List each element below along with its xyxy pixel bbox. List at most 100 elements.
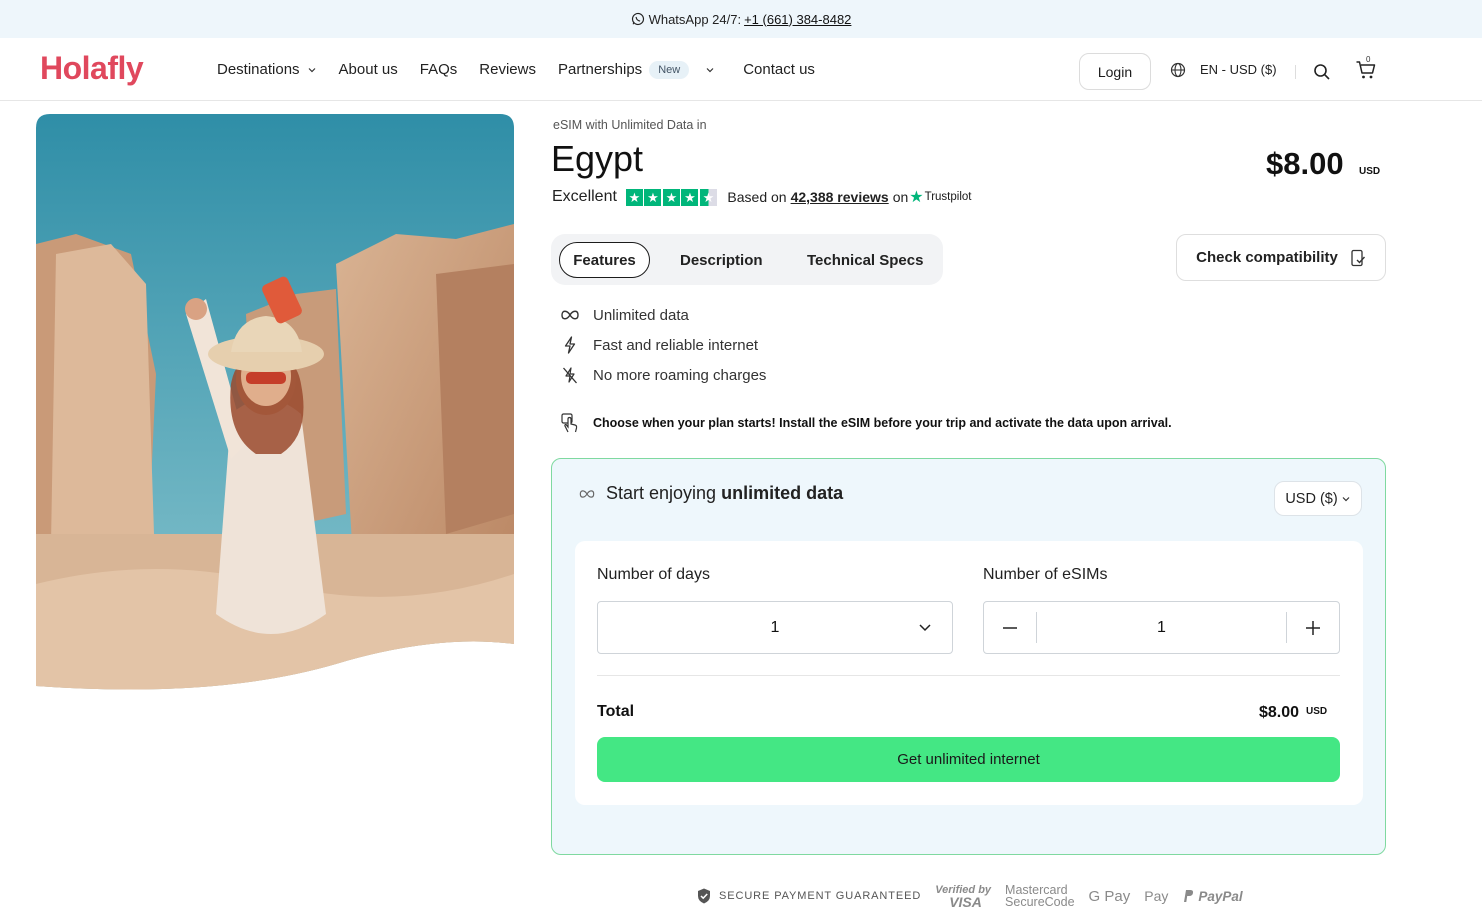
heading-bold: unlimited data <box>721 483 844 503</box>
chevron-down-icon <box>1342 496 1350 501</box>
rating-stars: ★ ★ ★ ★ ★ <box>625 188 719 206</box>
trustpilot-label: Trustpilot <box>924 191 972 203</box>
infinity-icon <box>561 310 579 320</box>
increment-button[interactable] <box>1286 612 1339 643</box>
feature-item: Fast and reliable internet <box>560 330 766 360</box>
login-button[interactable]: Login <box>1079 53 1151 90</box>
plan-options-panel: Number of days Number of eSIMs 1 1 Total… <box>575 541 1363 805</box>
product-price-currency: USD <box>1359 166 1381 177</box>
minus-icon <box>1003 626 1017 629</box>
feature-item: Unlimited data <box>560 300 766 330</box>
activation-notice: Choose when your plan starts! Install th… <box>560 412 1172 434</box>
rating-label: Excellent <box>552 188 617 205</box>
activation-notice-text: Choose when your plan starts! Install th… <box>593 416 1172 430</box>
feature-label: Unlimited data <box>593 306 689 324</box>
paypal-label: PayPal <box>1198 888 1243 904</box>
feature-list: Unlimited data Fast and reliable interne… <box>560 300 766 390</box>
tab-technical-specs[interactable]: Technical Specs <box>807 242 923 278</box>
get-unlimited-internet-button[interactable]: Get unlimited internet <box>597 737 1340 782</box>
secure-payment-badge: SECURE PAYMENT GUARANTEED <box>697 888 921 904</box>
apple-pay-label: Pay <box>1144 888 1169 904</box>
total-price: $8.00 <box>1259 704 1300 721</box>
language-label: EN - USD ($) <box>1200 62 1277 77</box>
on-label: on <box>892 189 909 205</box>
chevron-down-icon <box>308 67 315 72</box>
mastercard-securecode-logo: Mastercard SecureCode <box>1005 884 1075 909</box>
reviews-link[interactable]: 42,388 reviews <box>791 189 889 205</box>
nav-reviews[interactable]: Reviews <box>479 61 536 78</box>
esims-value[interactable]: 1 <box>1037 602 1286 653</box>
product-tabs: Features Description Technical Specs <box>551 234 943 285</box>
days-select[interactable]: 1 <box>597 601 953 654</box>
trustpilot-logo[interactable]: ★ Trustpilot <box>909 187 971 207</box>
whatsapp-icon <box>631 12 644 26</box>
star-half-icon: ★ <box>699 188 717 206</box>
header-divider <box>1295 65 1296 79</box>
nav-partnerships[interactable]: Partnerships New <box>557 60 715 79</box>
decrement-button[interactable] <box>984 612 1037 643</box>
star-icon: ★ <box>681 188 699 206</box>
divider <box>597 675 1340 676</box>
chevron-down-icon <box>919 624 931 632</box>
no-roaming-icon <box>563 367 577 384</box>
days-label: Number of days <box>597 566 710 583</box>
page-title: Egypt <box>551 138 644 179</box>
trustpilot-star-icon: ★ <box>909 189 924 206</box>
language-currency-selector[interactable]: EN - USD ($) <box>1170 38 1277 101</box>
chevron-down-icon <box>706 67 714 72</box>
holafly-logo[interactable]: Holafly <box>40 50 144 87</box>
tap-hand-icon <box>561 413 578 433</box>
new-badge: New <box>649 60 690 79</box>
feature-label: No more roaming charges <box>593 366 767 384</box>
hero-image-egypt-traveler <box>36 114 514 690</box>
nav-destinations-label: Destinations <box>217 61 300 78</box>
trustpilot-rating: Excellent ★ ★ ★ ★ ★ Based on 42,388 revi… <box>552 187 971 207</box>
star-icon: ★ <box>625 188 643 206</box>
nav-destinations[interactable]: Destinations <box>217 61 317 78</box>
visa-bottom: VISA <box>949 894 982 910</box>
currency-select[interactable]: USD ($) <box>1274 481 1362 516</box>
site-header: Holafly Destinations About us FAQs Revie… <box>0 38 1482 101</box>
verified-by-visa-logo: Verified by VISA <box>935 884 991 910</box>
nav-about-us[interactable]: About us <box>339 61 398 78</box>
product-price: $8.00 <box>1266 146 1344 181</box>
based-on-label: Based on <box>727 189 787 205</box>
tab-features[interactable]: Features <box>559 242 650 278</box>
currency-select-label: USD ($) <box>1285 490 1338 507</box>
check-compatibility-label: Check compatibility <box>1196 249 1338 266</box>
plus-icon <box>1306 620 1320 635</box>
secure-payment-text: SECURE PAYMENT GUARANTEED <box>719 890 922 902</box>
heading-prefix: Start enjoying <box>606 483 717 503</box>
lightning-icon <box>564 336 576 354</box>
google-pay-logo: G Pay <box>1088 887 1131 905</box>
nav-partnerships-label: Partnerships <box>557 61 643 78</box>
purchase-card: Start enjoying unlimited data USD ($) Nu… <box>551 458 1386 855</box>
total-label: Total <box>597 703 635 720</box>
nav-contact-us[interactable]: Contact us <box>743 61 815 78</box>
purchase-card-heading: Start enjoying unlimited data <box>578 483 843 504</box>
whatsapp-label: WhatsApp 24/7: <box>648 11 742 27</box>
nav-faqs[interactable]: FAQs <box>420 61 458 78</box>
star-icon: ★ <box>644 188 662 206</box>
feature-label: Fast and reliable internet <box>593 336 759 354</box>
check-compatibility-button[interactable]: Check compatibility <box>1176 234 1386 281</box>
esims-stepper: 1 <box>983 601 1340 654</box>
phone-check-icon <box>1351 249 1365 266</box>
tab-description[interactable]: Description <box>680 242 763 278</box>
infinity-icon <box>579 489 595 498</box>
cart-count: 0 <box>1366 55 1371 64</box>
paypal-logo: PayPal <box>1182 888 1243 904</box>
days-value: 1 <box>770 618 780 636</box>
product-eyebrow: eSIM with Unlimited Data in <box>553 118 707 132</box>
search-icon[interactable] <box>1313 63 1331 81</box>
whatsapp-phone-link[interactable]: +1 (661) 384-8482 <box>744 12 851 27</box>
apple-pay-logo: Pay <box>1144 888 1168 904</box>
feature-item: No more roaming charges <box>560 360 766 390</box>
esims-label: Number of eSIMs <box>983 566 1108 583</box>
main-nav: Destinations About us FAQs Reviews Partn… <box>217 38 837 101</box>
payment-methods: SECURE PAYMENT GUARANTEED Verified by VI… <box>697 882 1257 910</box>
total-currency: USD <box>1306 706 1328 717</box>
mc-bottom: SecureCode <box>1005 895 1075 909</box>
globe-icon <box>1170 62 1186 77</box>
paypal-icon <box>1184 890 1194 902</box>
